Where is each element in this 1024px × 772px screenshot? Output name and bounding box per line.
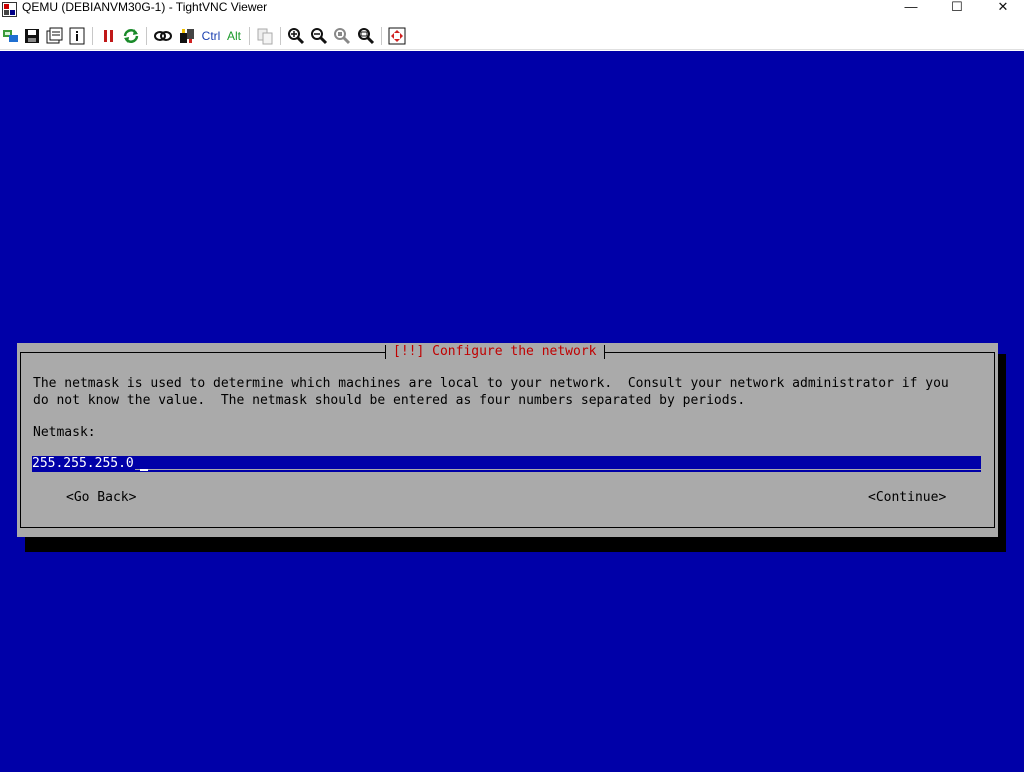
tightvnc-app-icon[interactable] bbox=[2, 2, 17, 17]
vnc-toolbar: Ctrl Alt bbox=[0, 22, 1024, 50]
refresh-icon[interactable] bbox=[122, 27, 140, 45]
ctrl-key-button[interactable]: Ctrl bbox=[200, 27, 222, 45]
netmask-input-value: 255.255.255.0 bbox=[32, 456, 135, 472]
netmask-input[interactable]: 255.255.255.0 bbox=[32, 456, 981, 472]
transfer-icon[interactable] bbox=[153, 27, 173, 45]
pause-icon[interactable] bbox=[100, 27, 118, 45]
ctrl-alt-del-icon[interactable] bbox=[178, 27, 196, 45]
dialog-title: [!!] Configure the network bbox=[385, 343, 605, 361]
save-icon[interactable] bbox=[23, 27, 41, 45]
close-button[interactable]: ✕ bbox=[980, 0, 1024, 14]
info-icon[interactable] bbox=[68, 27, 86, 45]
zoom-fit-icon[interactable] bbox=[357, 27, 375, 45]
minimize-button[interactable]: — bbox=[888, 0, 934, 14]
zoom-100-icon[interactable] bbox=[333, 27, 351, 45]
dialog-description-line1: The netmask is used to determine which m… bbox=[33, 376, 949, 391]
maximize-button[interactable]: ☐ bbox=[934, 0, 980, 14]
copy-icon[interactable] bbox=[256, 27, 274, 45]
dialog-description-line2: do not know the value. The netmask shoul… bbox=[33, 393, 746, 408]
netmask-label: Netmask: bbox=[33, 425, 96, 440]
continue-button[interactable]: <Continue> bbox=[868, 490, 946, 505]
options-icon[interactable] bbox=[45, 27, 63, 45]
window-title-bar: QEMU (DEBIANVM30G-1) - TightVNC Viewer —… bbox=[0, 0, 1024, 22]
new-connection-icon[interactable] bbox=[2, 27, 20, 45]
zoom-out-icon[interactable] bbox=[310, 27, 328, 45]
configure-network-dialog: [!!] Configure the network The netmask i… bbox=[17, 343, 998, 537]
window-title: QEMU (DEBIANVM30G-1) - TightVNC Viewer bbox=[22, 0, 268, 14]
text-cursor bbox=[140, 469, 148, 471]
fullscreen-icon[interactable] bbox=[388, 27, 406, 45]
go-back-button[interactable]: <Go Back> bbox=[66, 490, 136, 505]
alt-key-button[interactable]: Alt bbox=[225, 27, 243, 45]
zoom-in-icon[interactable] bbox=[287, 27, 305, 45]
